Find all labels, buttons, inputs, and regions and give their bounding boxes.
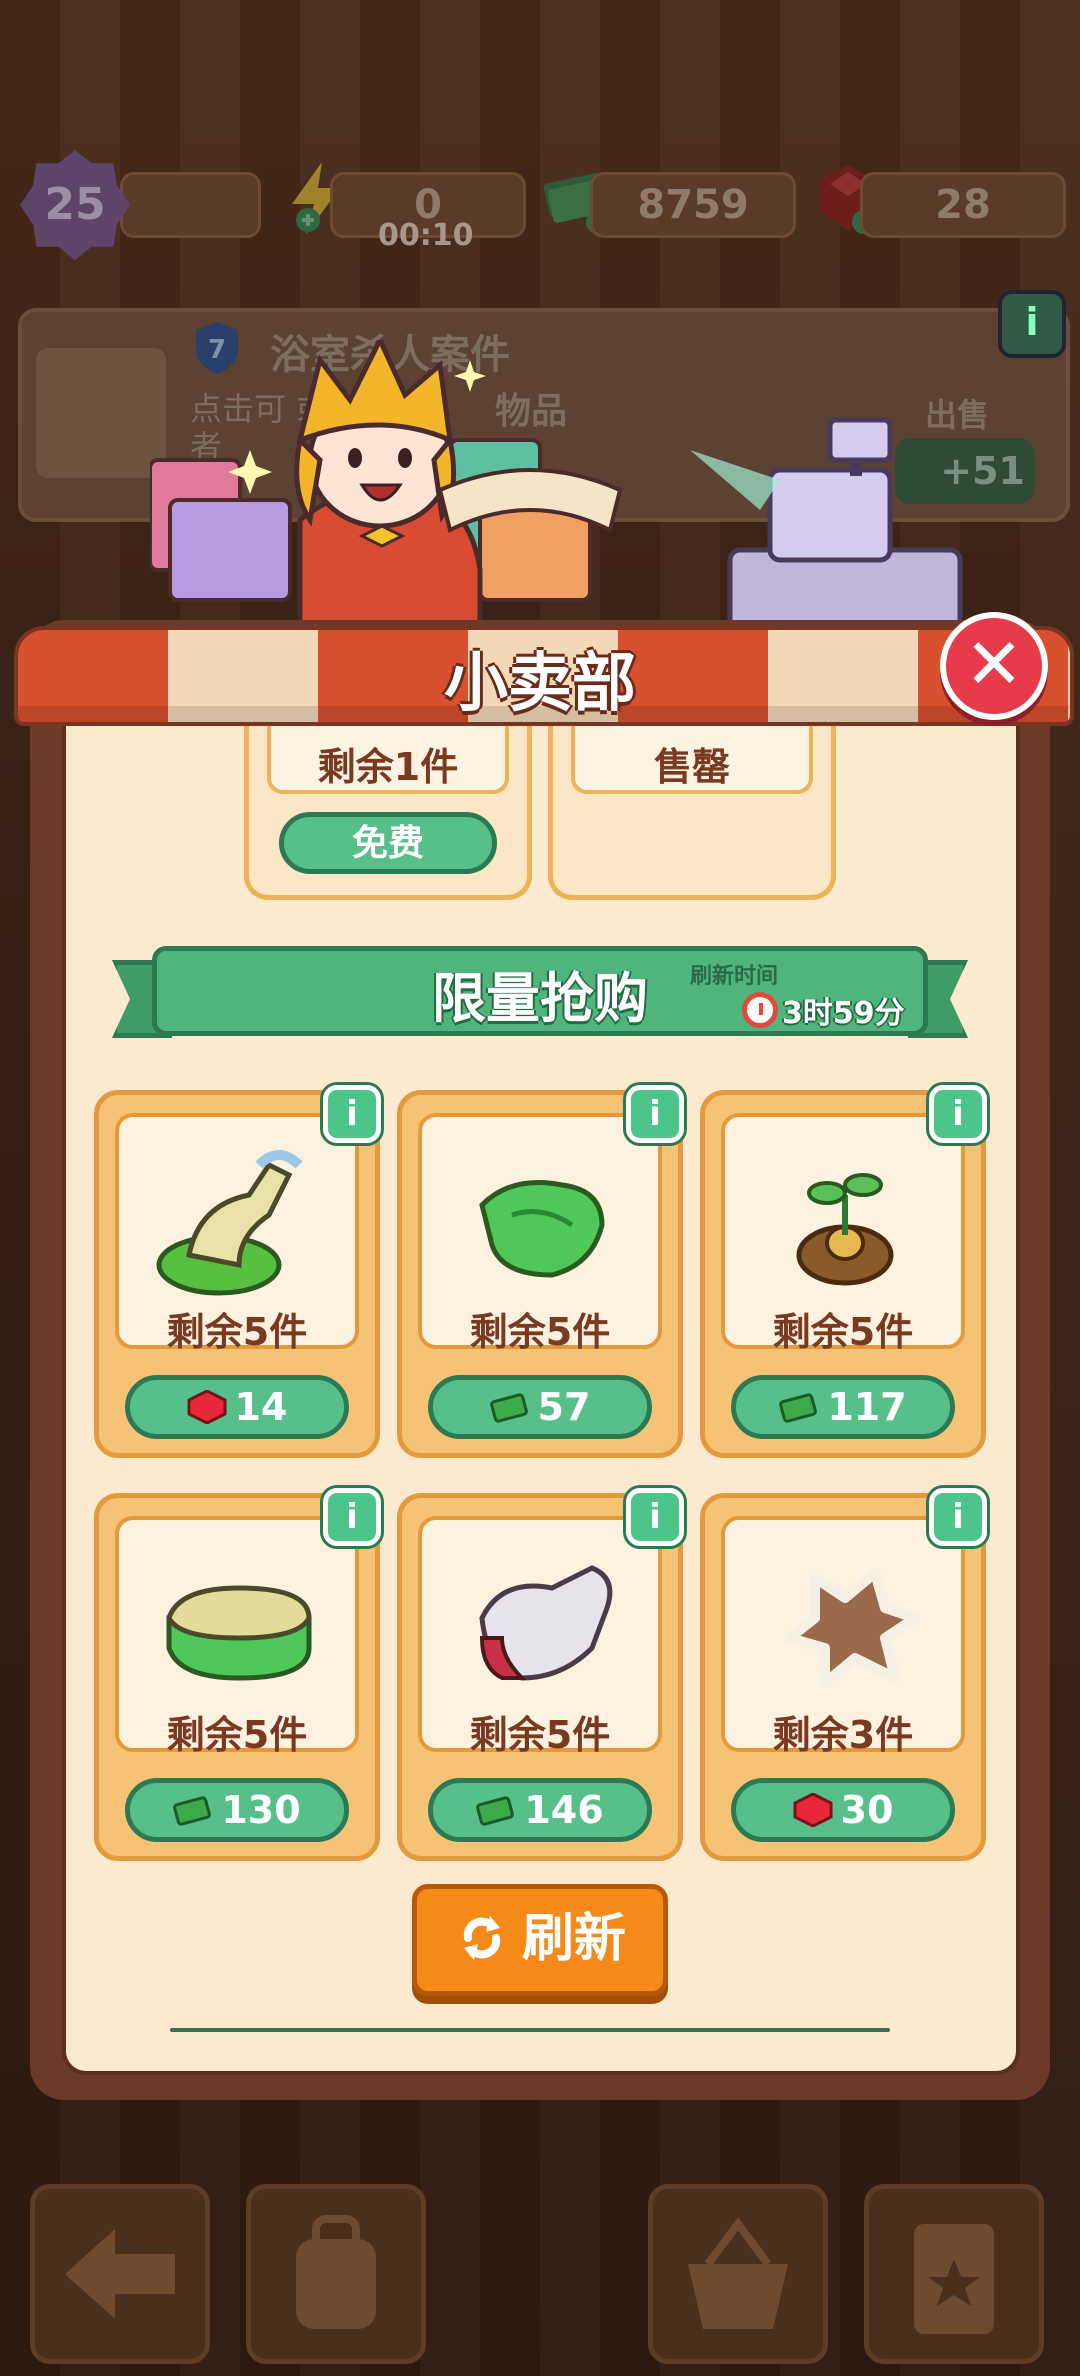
daily-free-remain: 剩余1件 [317,745,459,789]
shop-item-card[interactable]: 剩余5件 i 130 [94,1488,381,1861]
back-button[interactable] [30,2184,210,2364]
buy-button[interactable]: 146 [428,1778,652,1842]
shopkeeper-mascot-illustration [150,340,623,640]
item-info-button[interactable]: i [929,1488,987,1546]
sponge-icon [166,1585,312,1681]
cash-icon [173,1795,212,1826]
top-hud: 25 0 00:10 8759 28 [0,150,1080,260]
stain-icon [785,1568,920,1688]
close-button[interactable]: ✕ [940,612,1048,720]
cash-icon [489,1392,528,1423]
back-arrow-icon [65,2229,175,2319]
shop-item-card[interactable]: 剩余5件 i 117 [700,1085,987,1458]
item-price: 57 [537,1385,591,1429]
level-progress-bar [120,172,261,238]
backpack-icon [296,2215,376,2329]
item-remain: 剩余5件 [469,1310,611,1354]
gem-value: 28 [935,182,991,228]
buy-button[interactable]: 57 [428,1375,652,1439]
daily-free-card: 剩余1件 免费 [244,720,532,900]
refresh-button[interactable]: 刷新 [412,1884,668,1996]
clock-icon [742,992,778,1028]
refresh-icon [463,1916,501,1960]
item-price: 130 [221,1788,301,1832]
quest-thumbnail [36,348,166,478]
item-remain: 剩余5件 [166,1713,308,1757]
refresh-label: 刷新 [521,1909,626,1969]
basket-icon [688,2217,788,2329]
cash-icon [476,1795,515,1826]
shop-item-card[interactable]: 剩余5件 i 57 [397,1085,684,1458]
glove-icon [479,1565,613,1681]
clipboard-star-icon [914,2224,994,2334]
shop-item-card[interactable]: 剩余5件 i 146 [397,1488,684,1861]
item-info-button[interactable]: i [626,1085,684,1143]
panel-bottom-divider [170,2028,890,2032]
buy-button[interactable]: 30 [731,1778,955,1842]
sold-out-label: 售罄 [653,745,730,789]
quest-info-button[interactable]: i [998,290,1066,358]
cash-value: 8759 [637,182,749,228]
cash-register-illustration [690,417,963,633]
refresh-time-label: 刷新时间 [690,964,779,989]
scrub-brush-icon [156,1150,303,1296]
basket-button[interactable] [648,2184,828,2364]
buy-button[interactable]: 14 [125,1375,349,1439]
gem-icon [187,1389,227,1424]
sprout-icon [796,1173,894,1286]
buy-button[interactable]: 117 [731,1375,955,1439]
task-board-button[interactable] [864,2184,1044,2364]
gem-icon [793,1792,833,1827]
backpack-button[interactable] [246,2184,426,2364]
energy-timer: 00:10 [378,218,474,253]
buy-button[interactable]: 130 [125,1778,349,1842]
green-cloth-icon [479,1180,605,1278]
item-info-button[interactable]: i [323,1488,381,1546]
bottom-nav [0,2170,1080,2376]
sold-out-card: 售罄 [548,720,836,900]
item-remain: 剩余5件 [772,1310,914,1354]
item-price: 117 [827,1385,907,1429]
item-info-button[interactable]: i [626,1488,684,1546]
shop-item-card[interactable]: 剩余3件 i 30 [700,1488,987,1861]
item-remain: 剩余5件 [469,1713,611,1757]
item-remain: 剩余3件 [772,1713,914,1757]
level-badge[interactable]: 25 [20,150,130,260]
item-info-button[interactable]: i [323,1085,381,1143]
item-info-button[interactable]: i [929,1085,987,1143]
free-claim-button[interactable]: 免费 [279,812,497,874]
gem-counter: 28 [860,172,1066,238]
item-price: 14 [234,1385,288,1429]
cash-counter: 8759 [590,172,796,238]
item-price: 30 [840,1788,894,1832]
item-remain: 剩余5件 [166,1310,308,1354]
cash-icon [779,1392,818,1423]
shop-title: 小卖部 [444,647,636,721]
close-icon: ✕ [964,623,1024,705]
shop-item-card[interactable]: 剩余5件 i 14 [94,1085,381,1458]
item-price: 146 [524,1788,604,1832]
refresh-time-value: 3时59分 [782,996,905,1031]
